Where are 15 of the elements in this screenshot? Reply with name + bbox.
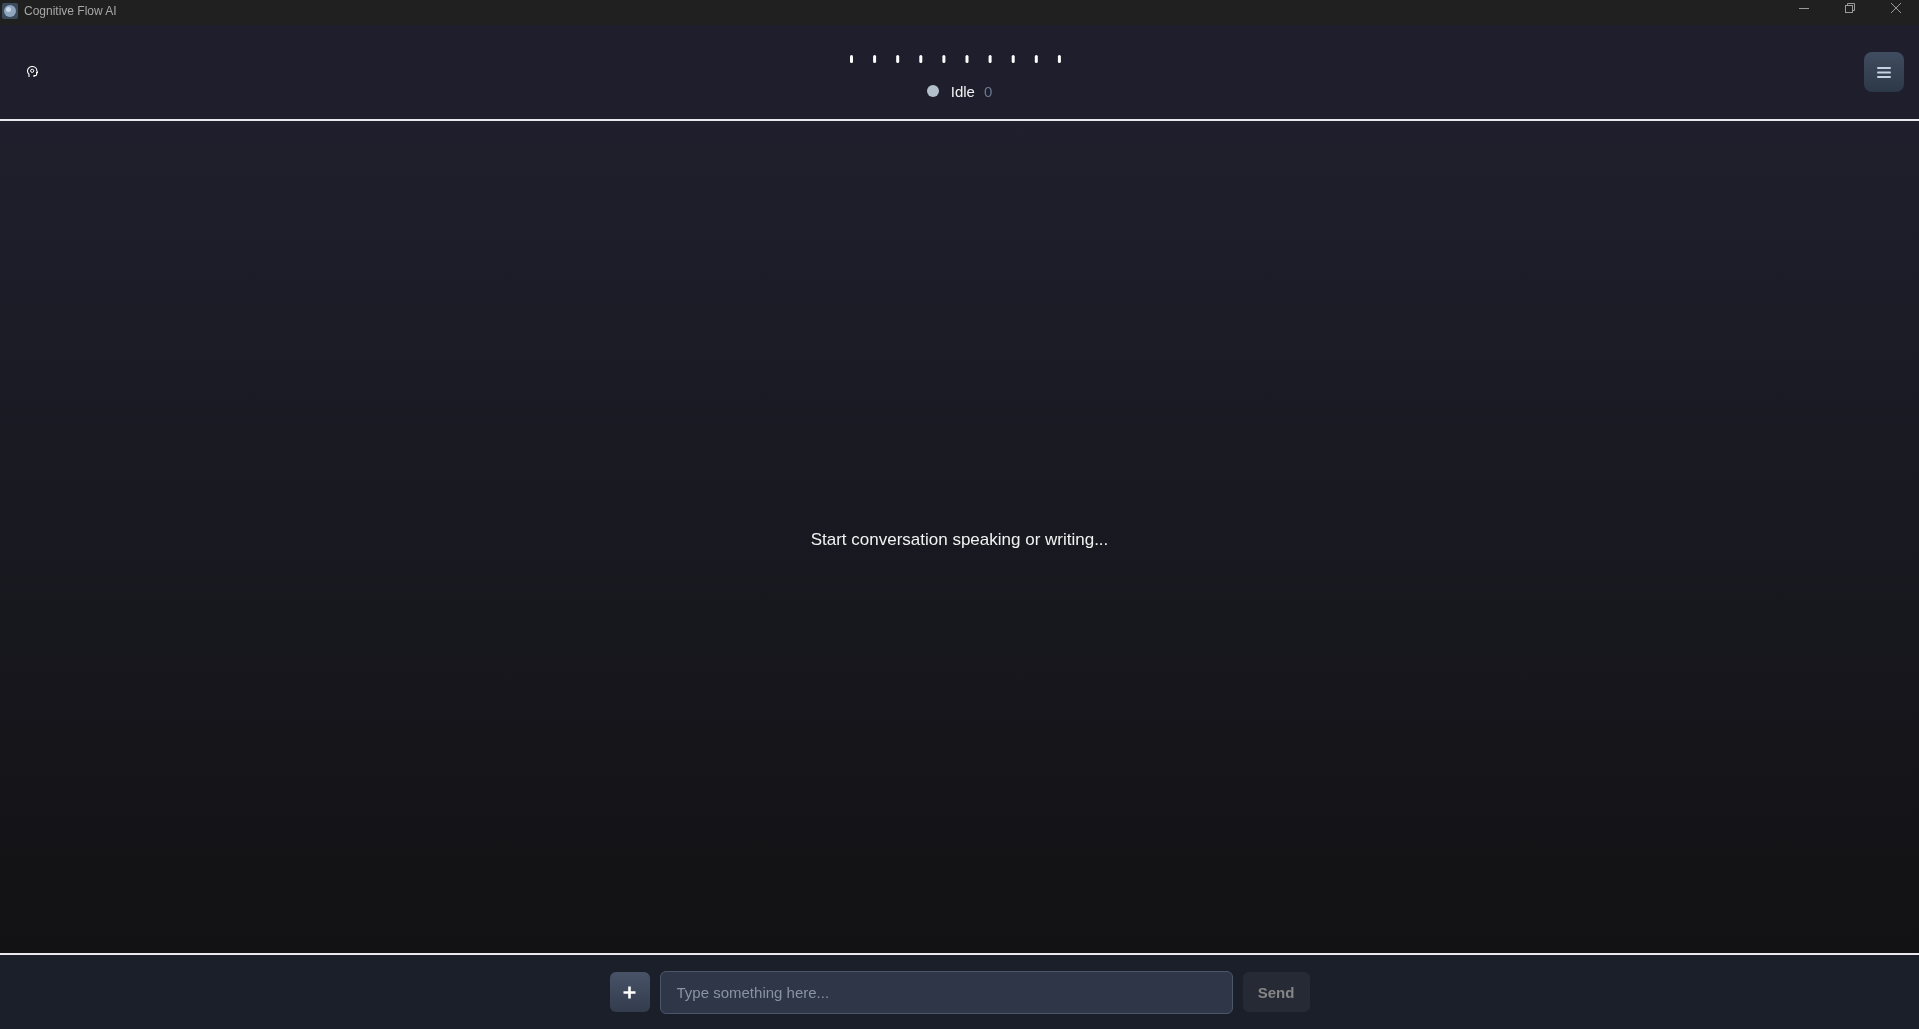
close-icon: [1891, 3, 1901, 13]
plus-icon: [623, 985, 636, 999]
app-logo-icon: [2, 2, 18, 19]
message-input[interactable]: Type something here...: [659, 970, 1233, 1014]
menu-icon: [1877, 66, 1891, 78]
head-icon: [27, 66, 38, 78]
empty-conversation-message: Start conversation speaking or writing...: [810, 530, 1109, 550]
add-button[interactable]: [609, 972, 650, 1012]
restore-icon: [1845, 3, 1855, 13]
status-label: Idle: [950, 82, 975, 100]
menu-button[interactable]: [1864, 52, 1904, 92]
status-dot-icon: [926, 85, 939, 97]
window-title: Cognitive Flow AI: [24, 4, 117, 18]
minimize-icon: [1799, 7, 1809, 9]
status-count: 0: [983, 82, 993, 100]
